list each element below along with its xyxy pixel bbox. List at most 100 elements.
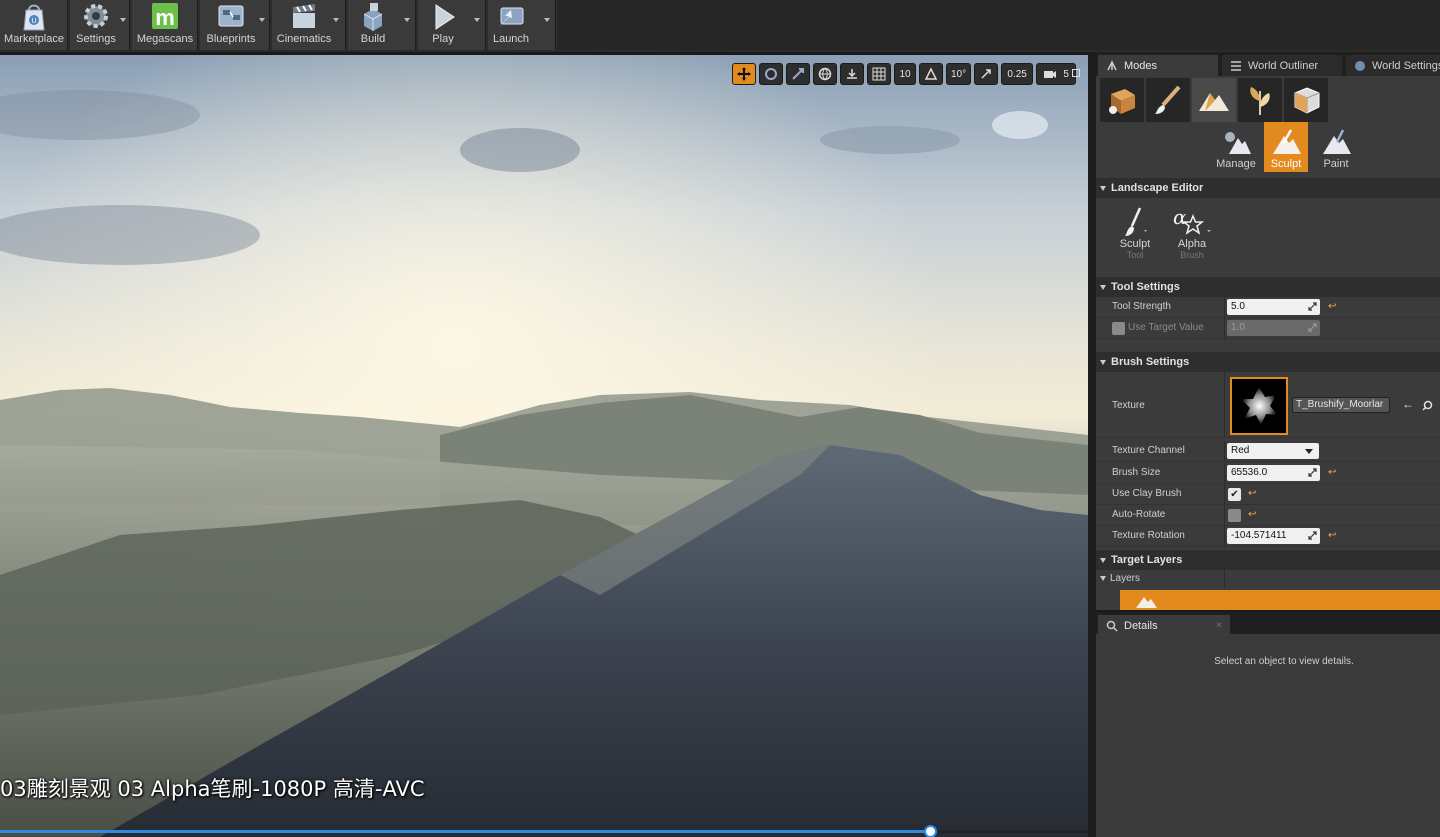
auto-rotate-label: Auto-Rotate bbox=[1112, 509, 1166, 520]
tool-strength-label: Tool Strength bbox=[1112, 301, 1171, 312]
camera-speed-button[interactable]: 5 bbox=[1036, 63, 1077, 85]
texture-channel-dropdown[interactable]: Red bbox=[1227, 443, 1319, 459]
svg-text:m: m bbox=[155, 5, 175, 30]
brush-settings-title: Brush Settings bbox=[1111, 356, 1190, 368]
cinematics-button[interactable]: Cinematics bbox=[272, 0, 336, 50]
marketplace-button[interactable]: U Marketplace bbox=[0, 0, 68, 50]
reset-to-default-icon[interactable]: ↩ bbox=[1248, 509, 1256, 520]
build-button[interactable]: Build bbox=[348, 0, 398, 50]
paint-tool-label: Paint bbox=[1323, 158, 1349, 170]
column-divider bbox=[1224, 441, 1225, 461]
tab-world-outliner[interactable]: World Outliner bbox=[1222, 55, 1342, 76]
place-mode-button[interactable] bbox=[1100, 78, 1144, 122]
tab-modes[interactable]: Modes bbox=[1098, 55, 1218, 76]
tab-world-settings[interactable]: World Settings bbox=[1346, 55, 1440, 76]
settings-label: Settings bbox=[76, 33, 116, 45]
reset-to-default-icon[interactable]: ↩ bbox=[1328, 301, 1336, 312]
launch-dropdown-caret[interactable] bbox=[544, 18, 550, 22]
heightmap-layer-row[interactable] bbox=[1120, 590, 1440, 610]
cinematics-dropdown-caret[interactable] bbox=[333, 18, 339, 22]
sculpt-tool-picker[interactable]: Sculpt Tool bbox=[1114, 206, 1156, 268]
details-panel: Details × Select an object to view detai… bbox=[1096, 612, 1440, 837]
rotate-mode-button[interactable] bbox=[759, 63, 783, 85]
reset-to-default-icon[interactable]: ↩ bbox=[1328, 467, 1336, 478]
auto-rotate-checkbox[interactable] bbox=[1228, 509, 1241, 522]
target-layers-header[interactable]: Target Layers bbox=[1096, 550, 1440, 570]
sculpt-tool-label: Sculpt bbox=[1119, 238, 1151, 250]
landscape-mode-button[interactable] bbox=[1192, 78, 1236, 122]
foliage-mode-button[interactable] bbox=[1238, 78, 1282, 122]
geometry-cube-icon bbox=[1294, 87, 1320, 114]
texture-thumbnail[interactable] bbox=[1230, 377, 1288, 435]
rotation-snap-value[interactable]: 10° bbox=[946, 63, 972, 85]
chevron-down-icon bbox=[1305, 449, 1313, 454]
geometry-mode-button[interactable] bbox=[1284, 78, 1328, 122]
megascans-button[interactable]: m Megascans bbox=[132, 0, 198, 50]
sculpt-mode-button[interactable]: Sculpt bbox=[1264, 122, 1308, 172]
close-tab-icon[interactable]: × bbox=[1216, 620, 1222, 631]
column-divider bbox=[1224, 372, 1225, 437]
surface-snap-button[interactable] bbox=[840, 63, 864, 85]
marketplace-icon: U bbox=[23, 4, 45, 31]
tool-strength-row: Tool Strength 5.0 ↩ bbox=[1096, 297, 1440, 318]
layers-subheader[interactable]: Layers bbox=[1096, 570, 1440, 589]
play-dropdown-caret[interactable] bbox=[474, 18, 480, 22]
maximize-viewport-icon[interactable] bbox=[1072, 69, 1080, 77]
tool-settings-title: Tool Settings bbox=[1111, 281, 1180, 293]
brush-settings-header[interactable]: Brush Settings bbox=[1096, 352, 1440, 372]
spin-arrows-icon bbox=[1308, 302, 1317, 311]
use-clay-brush-checkbox[interactable]: ✔ bbox=[1228, 488, 1241, 501]
settings-dropdown-caret[interactable] bbox=[120, 18, 126, 22]
paint-tool-button[interactable]: Paint bbox=[1314, 122, 1358, 172]
brush-size-row: Brush Size 65536.0 ↩ bbox=[1096, 463, 1440, 484]
tool-strength-field[interactable]: 5.0 bbox=[1227, 299, 1320, 315]
place-cube-icon bbox=[1109, 89, 1135, 114]
tool-settings-header[interactable]: Tool Settings bbox=[1096, 277, 1440, 297]
sculpt-brush-icon bbox=[1125, 207, 1147, 236]
scale-mode-button[interactable] bbox=[786, 63, 810, 85]
landscape-editor-body: Sculpt Tool α Alpha Brush bbox=[1096, 198, 1440, 278]
blueprints-button[interactable]: Blueprints bbox=[200, 0, 262, 50]
world-local-toggle[interactable] bbox=[813, 63, 837, 85]
landscape-editor-header[interactable]: Landscape Editor bbox=[1096, 178, 1440, 198]
texture-channel-value: Red bbox=[1231, 445, 1250, 456]
scale-snap-value[interactable]: 0.25 bbox=[1001, 63, 1034, 85]
settings-button[interactable]: Settings bbox=[70, 0, 122, 50]
paintbrush-icon bbox=[1155, 85, 1181, 114]
paint-mode-button[interactable] bbox=[1146, 78, 1190, 122]
reset-to-default-icon[interactable]: ↩ bbox=[1328, 530, 1336, 541]
play-button[interactable]: Play bbox=[418, 0, 468, 50]
sculpt-mode-label: Sculpt bbox=[1270, 158, 1302, 170]
video-progress-handle[interactable] bbox=[924, 825, 938, 837]
grid-snap-toggle[interactable] bbox=[867, 63, 891, 85]
build-dropdown-caret[interactable] bbox=[404, 18, 410, 22]
rotation-snap-toggle[interactable] bbox=[919, 63, 943, 85]
details-tabbar: Details × bbox=[1096, 612, 1440, 636]
modes-panel: Modes World Outliner World Settings Mana… bbox=[1096, 52, 1440, 610]
target-layers-title: Target Layers bbox=[1111, 554, 1183, 566]
texture-rotation-field[interactable]: -104.571411 bbox=[1227, 528, 1320, 544]
use-target-value-checkbox[interactable] bbox=[1112, 322, 1125, 335]
manage-tool-button[interactable]: Manage bbox=[1214, 122, 1258, 172]
browse-search-icon[interactable] bbox=[1422, 400, 1433, 411]
level-viewport[interactable]: 10 10° 0.25 5 03雕刻景观 03 Alpha笔刷-1080P 高清… bbox=[0, 55, 1088, 837]
use-clay-brush-label: Use Clay Brush bbox=[1112, 488, 1182, 499]
grid-snap-value[interactable]: 10 bbox=[894, 63, 916, 85]
video-progress-fill bbox=[0, 830, 931, 833]
translate-mode-button[interactable] bbox=[732, 63, 756, 85]
use-selected-asset-icon[interactable]: ← bbox=[1402, 397, 1414, 411]
details-empty-message: Select an object to view details. bbox=[1214, 656, 1354, 667]
alpha-brush-picker[interactable]: α Alpha Brush bbox=[1170, 206, 1214, 268]
outliner-list-icon bbox=[1231, 60, 1241, 71]
launch-button[interactable]: Launch bbox=[488, 0, 534, 50]
panel-splitter[interactable] bbox=[1088, 52, 1096, 837]
scale-snap-toggle[interactable] bbox=[974, 63, 999, 85]
texture-asset-picker[interactable]: T_Brushify_Moorlar bbox=[1292, 397, 1390, 413]
build-icon bbox=[363, 3, 383, 31]
brush-size-field[interactable]: 65536.0 bbox=[1227, 465, 1320, 481]
sculpt-tool-sublabel: Tool bbox=[1126, 250, 1144, 260]
tab-details[interactable]: Details × bbox=[1098, 615, 1230, 636]
video-progress-bar[interactable] bbox=[0, 825, 1088, 837]
blueprints-dropdown-caret[interactable] bbox=[259, 18, 265, 22]
reset-to-default-icon[interactable]: ↩ bbox=[1248, 488, 1256, 499]
